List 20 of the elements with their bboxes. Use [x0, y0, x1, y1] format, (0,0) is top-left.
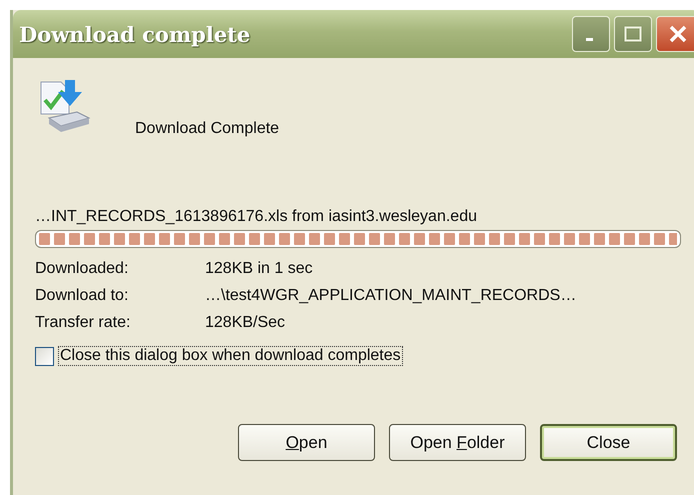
dialog-button[interactable]: Open Folder	[389, 424, 526, 461]
detail-label: Downloaded:	[35, 260, 130, 278]
checkbox[interactable]	[35, 346, 54, 366]
minimize-icon	[586, 38, 592, 40]
detail-label: Download to:	[35, 287, 130, 305]
close-button[interactable]	[656, 16, 694, 52]
dialog-button[interactable]: Close	[540, 424, 677, 461]
window-title: Download complete	[19, 22, 250, 46]
checkbox-label[interactable]: Close this dialog box when download completes	[58, 346, 403, 366]
detail-value: 128KB/Sec	[205, 314, 286, 332]
dialog-button[interactable]: Open	[238, 424, 375, 461]
close-icon	[668, 24, 688, 44]
maximize-button[interactable]	[614, 16, 652, 52]
detail-value: …\test4WGR_APPLICATION_MAINT_RECORDS…	[205, 287, 578, 305]
detail-label: Transfer rate:	[35, 314, 132, 332]
file-name: …INT_RECORDS_1613896176.xls from iasint3.wesleyan.edu	[35, 208, 478, 226]
minimize-button[interactable]	[572, 16, 610, 52]
detail-value: 128KB in 1 sec	[205, 260, 314, 278]
status-heading: Download Complete	[135, 120, 280, 138]
maximize-icon	[624, 26, 642, 42]
